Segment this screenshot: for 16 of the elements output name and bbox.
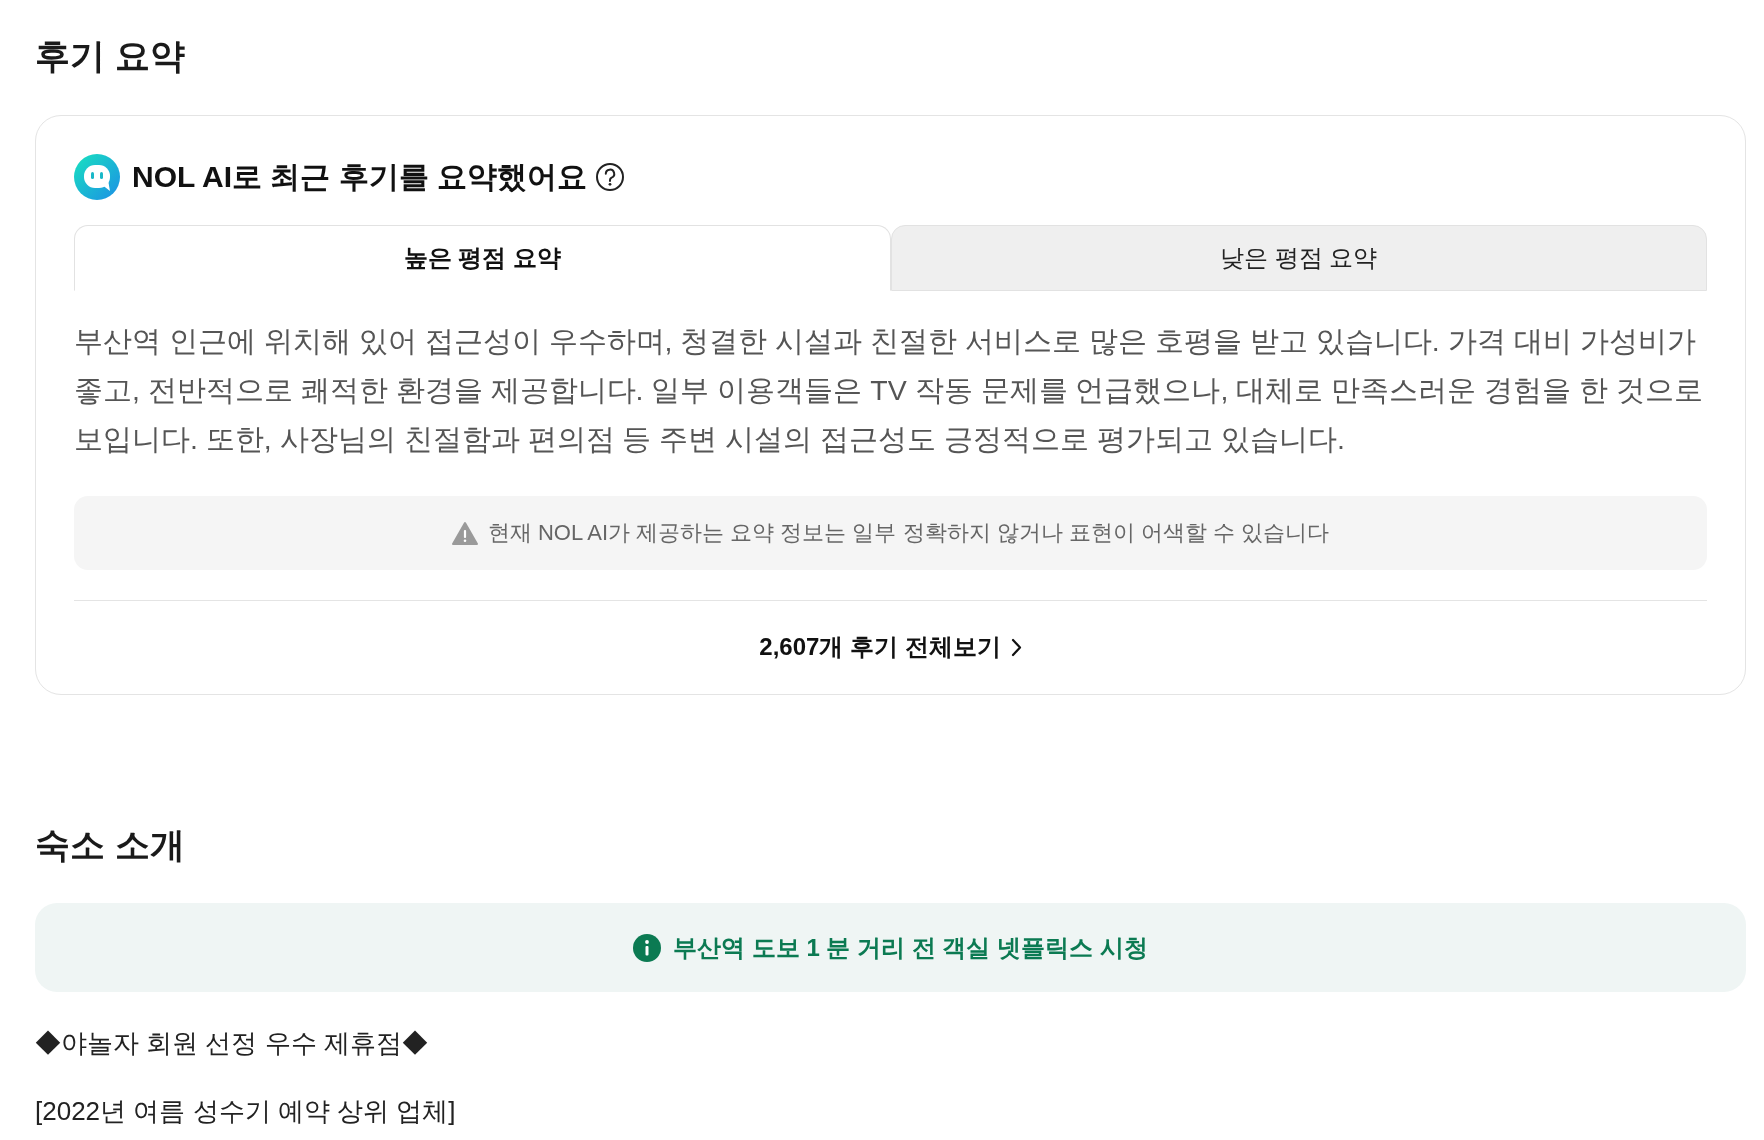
summary-text: 부산역 인근에 위치해 있어 접근성이 우수하며, 청결한 시설과 친절한 서비스로 많은 호평을 받고 있습니다. 가격 대비 가성비가 좋고, 전반적으로 쾌적한 환경을 제공합니다. 일부 이용객들은 TV 작동 문제를 언급했으나, 대체로 만족스러운 경험을 한 것으로 보입니다. 또한, 사장님의 친절함과 편의점 등 주변 시설의 접근성도 긍정적으로 평가되고 있습니다.	[74, 324, 1704, 457]
section-title: 후기 요약	[35, 36, 186, 76]
notice-text: 현재 NOL AI가 제공하는 요약 정보는 일부 정확하지 않거나 표현이 어색할 수 있습니다	[487, 519, 1330, 547]
summary-heading: NOL AI로 최근 후기를 요약했어요	[132, 159, 587, 195]
warning-icon	[451, 520, 478, 546]
info-icon	[633, 933, 662, 962]
chevron-right-icon	[1010, 637, 1022, 657]
description-text: [2022년 여름 성수기 예약 상위 업체]	[35, 1095, 456, 1128]
help-icon	[595, 162, 625, 192]
view-all-reviews-link[interactable]: 2,607개 후기 전체보기	[759, 630, 1022, 664]
section-title: 숙소 소개	[35, 825, 186, 865]
summary-tab[interactable]: 높은 평점 요약	[74, 225, 891, 291]
description-text: ◆야놀자 회원 선정 우수 제휴점◆	[35, 1027, 428, 1060]
chat-bot-icon	[74, 154, 120, 200]
highlight-text: 부산역 도보 1 분 거리 전 객실 넷플릭스 시청	[673, 932, 1148, 963]
summary-tab[interactable]: 낮은 평점 요약	[890, 225, 1707, 291]
